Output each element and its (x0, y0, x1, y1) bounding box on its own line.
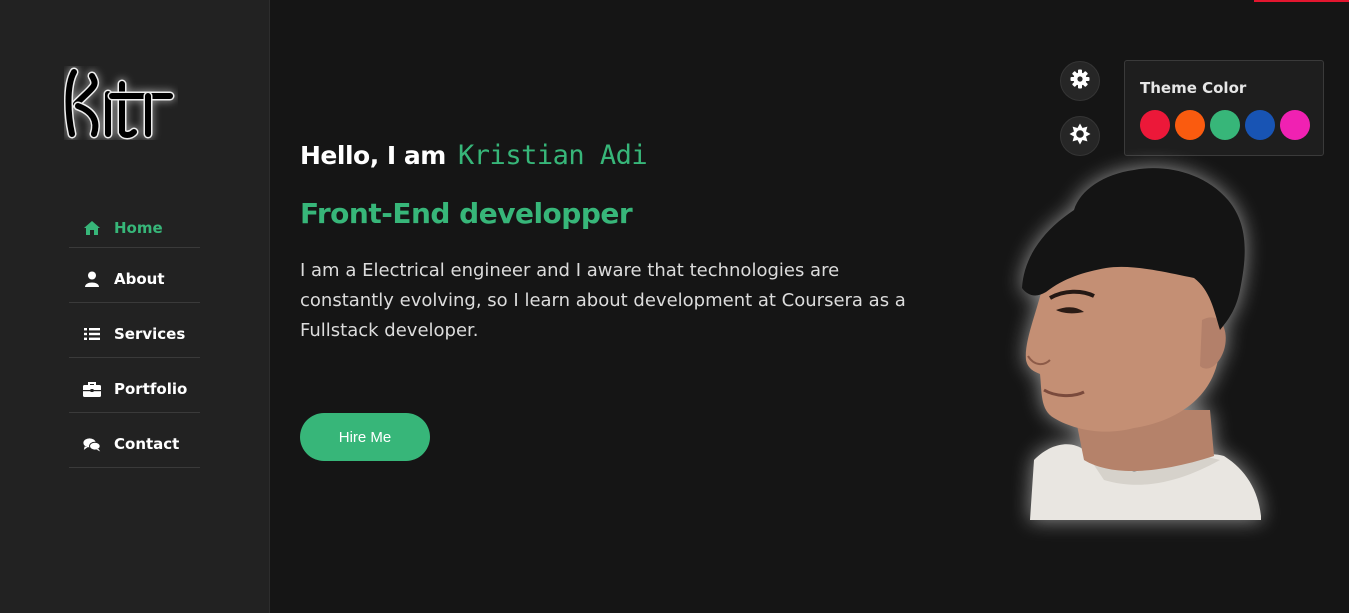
swatch-orange[interactable] (1175, 110, 1205, 140)
profile-photo (1014, 160, 1264, 520)
hero-greeting: Hello, I am Kristian Adi (300, 140, 648, 171)
nav-item-label: Home (114, 219, 163, 237)
theme-swatches (1140, 110, 1310, 140)
home-icon (83, 219, 101, 237)
nav-item-contact[interactable]: Contact (69, 413, 200, 468)
day-night-toggle[interactable] (1060, 116, 1100, 156)
nav-item-home[interactable]: Home (69, 211, 200, 248)
hero-role: Front-End developper (300, 197, 633, 230)
portfolio-app: Home About Services Portfolio Contact He… (0, 0, 1349, 613)
hero-bio: I am a Electrical engineer and I aware t… (300, 260, 906, 341)
comments-icon (83, 435, 101, 453)
swatch-blue[interactable] (1245, 110, 1275, 140)
swatch-pink[interactable] (1280, 110, 1310, 140)
sun-icon (1069, 123, 1091, 149)
hire-me-button[interactable]: Hire Me (300, 413, 430, 461)
site-logo[interactable] (64, 66, 178, 140)
gear-icon (1070, 69, 1090, 93)
nav-item-label: Contact (114, 435, 180, 453)
swatch-green[interactable] (1210, 110, 1240, 140)
style-switcher-toggle[interactable] (1060, 61, 1100, 101)
kit-logo-mark (64, 67, 175, 140)
hero-name: Kristian Adi (458, 140, 648, 171)
top-accent-stripe (1254, 0, 1349, 2)
user-icon (83, 270, 101, 288)
nav-item-services[interactable]: Services (69, 303, 200, 358)
nav-item-portfolio[interactable]: Portfolio (69, 358, 200, 413)
briefcase-icon (83, 380, 101, 398)
nav-item-label: Services (114, 325, 186, 343)
nav-item-about[interactable]: About (69, 248, 200, 303)
list-icon (83, 325, 101, 343)
nav-item-label: Portfolio (114, 380, 188, 398)
nav-item-label: About (114, 270, 165, 288)
swatch-red[interactable] (1140, 110, 1170, 140)
main-nav: Home About Services Portfolio Contact (69, 211, 200, 468)
sidebar: Home About Services Portfolio Contact (0, 0, 270, 613)
greeting-text: Hello, I am (300, 141, 446, 170)
theme-color-panel: Theme Color (1124, 60, 1324, 156)
theme-panel-title: Theme Color (1140, 79, 1247, 97)
